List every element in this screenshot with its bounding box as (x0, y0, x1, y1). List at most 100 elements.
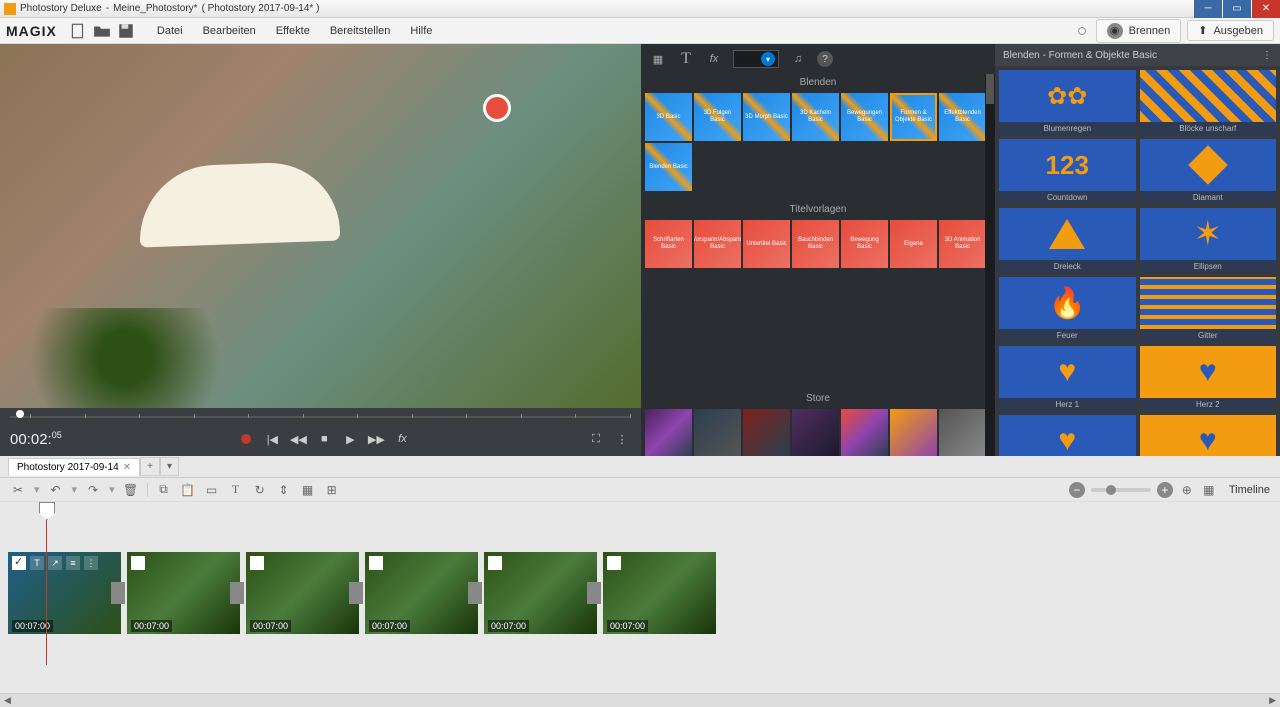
window-maximize-button[interactable]: ▭ (1223, 0, 1251, 18)
text-tool-icon[interactable]: T (677, 50, 695, 68)
store-item[interactable] (792, 409, 839, 456)
transition-handle[interactable] (587, 582, 601, 604)
timeline-clip[interactable]: 00:07:00 (365, 552, 478, 634)
timeline-clip[interactable]: 00:07:00 (246, 552, 359, 634)
fit-icon[interactable]: ⊕ (1179, 482, 1195, 498)
blend-bewegungen[interactable]: Bewegungen Basic (841, 93, 888, 141)
blend-3d-kacheln[interactable]: 3D Kacheln Basic (792, 93, 839, 141)
transition-handle[interactable] (349, 582, 363, 604)
music-icon[interactable]: ♫ (789, 50, 807, 68)
titel-bauchbinden[interactable]: Bauchbinden Basic (792, 220, 839, 268)
transition-handle[interactable] (111, 582, 125, 604)
save-icon[interactable] (117, 22, 135, 40)
blend-3d-basic[interactable]: 3D Basic (645, 93, 692, 141)
side-effect-item[interactable]: Blöcke unscharf (1140, 70, 1277, 135)
preview-menu-icon[interactable]: ⋮ (613, 430, 631, 448)
clip-checkbox[interactable] (250, 556, 264, 570)
clip-checkbox[interactable] (131, 556, 145, 570)
cut-tool-icon[interactable]: ✂ (10, 482, 26, 498)
tool-icon[interactable]: ▦ (300, 482, 316, 498)
side-effect-item[interactable]: ♥ (999, 415, 1136, 456)
transition-handle[interactable] (230, 582, 244, 604)
timeline-clip[interactable]: 00:07:00 (484, 552, 597, 634)
side-effect-item[interactable]: 🔥Feuer (999, 277, 1136, 342)
side-effect-item[interactable]: ✿✿Blumenregen (999, 70, 1136, 135)
titel-schriftarten[interactable]: Schriftarten Basic (645, 220, 692, 268)
tab-dropdown-icon[interactable]: ▾ (160, 457, 179, 476)
store-item[interactable] (743, 409, 790, 456)
blend-3d-folgen[interactable]: 3D Folgen Basic (694, 93, 741, 141)
zoom-out-icon[interactable]: − (1069, 482, 1085, 498)
scroll-right-icon[interactable]: ▶ (1269, 695, 1276, 706)
record-button[interactable] (237, 430, 255, 448)
store-item[interactable] (841, 409, 888, 456)
zoom-slider[interactable] (1091, 488, 1151, 492)
timeline-scrollbar[interactable]: ◀ ▶ (0, 693, 1280, 707)
blend-3d-morph[interactable]: 3D Morph Basic (743, 93, 790, 141)
titel-vorspann[interactable]: Vorspann/Abspann Basic (694, 220, 741, 268)
rotate-icon[interactable]: ↻ (252, 482, 268, 498)
side-effect-item[interactable]: ♥Herz 2 (1140, 346, 1277, 411)
side-effect-item[interactable]: ♥ (1140, 415, 1277, 456)
copy-icon[interactable]: ⧉ (156, 482, 172, 498)
window-close-button[interactable]: ✕ (1252, 0, 1280, 18)
blend-blenden-basic[interactable]: Blenden Basic (645, 143, 692, 191)
clip-menu-icon[interactable]: ⋮ (84, 556, 98, 570)
tool-icon[interactable]: ⊞ (324, 482, 340, 498)
clip-text-icon[interactable]: T (30, 556, 44, 570)
export-button[interactable]: ⬆ Ausgeben (1187, 20, 1274, 41)
delete-icon[interactable]: 🗑 (123, 482, 139, 498)
fx-button[interactable]: fx (393, 430, 411, 448)
grid-view-icon[interactable]: ▦ (649, 50, 667, 68)
tab-close-icon[interactable]: ✕ (123, 462, 131, 473)
blend-effektblenden[interactable]: Effektblenden Basic (939, 93, 986, 141)
titel-3d-animation[interactable]: 3D Animation Basic (939, 220, 986, 268)
clip-checkbox[interactable] (607, 556, 621, 570)
store-item[interactable] (939, 409, 986, 456)
menu-bereitstellen[interactable]: Bereitstellen (320, 25, 401, 37)
scroll-left-icon[interactable]: ◀ (4, 695, 11, 706)
titel-bewegung[interactable]: Bewegung Basic (841, 220, 888, 268)
stop-button[interactable]: ■ (315, 430, 333, 448)
clip-tool-icon[interactable]: ≡ (66, 556, 80, 570)
timeline-mode-label[interactable]: Timeline (1229, 484, 1270, 496)
menu-datei[interactable]: Datei (147, 25, 193, 37)
transition-handle[interactable] (468, 582, 482, 604)
burn-button[interactable]: ◉ Brennen (1096, 19, 1182, 43)
side-effect-item[interactable]: Gitter (1140, 277, 1277, 342)
fullscreen-icon[interactable]: ⛶ (587, 430, 605, 448)
clip-checkbox[interactable] (488, 556, 502, 570)
title-icon[interactable]: ▭ (204, 482, 220, 498)
project-tab[interactable]: Photostory 2017-09-14 ✕ (8, 458, 140, 476)
titel-eigene[interactable]: Eigene (890, 220, 937, 268)
window-minimize-button[interactable]: ─ (1194, 0, 1222, 18)
tool-icon[interactable]: ⇕ (276, 482, 292, 498)
text-icon[interactable]: T (228, 482, 244, 498)
help-icon[interactable]: ? (817, 51, 833, 67)
fx-scrollbar[interactable] (985, 74, 995, 456)
forward-button[interactable]: ▶▶ (367, 430, 385, 448)
store-item[interactable] (645, 409, 692, 456)
progress-bar[interactable] (0, 408, 641, 422)
prev-button[interactable]: |◀ (263, 430, 281, 448)
open-folder-icon[interactable] (93, 22, 111, 40)
store-item[interactable] (694, 409, 741, 456)
clip-checkbox[interactable] (369, 556, 383, 570)
side-effect-item[interactable]: ♥Herz 1 (999, 346, 1136, 411)
undo-icon[interactable]: ↶ (48, 482, 64, 498)
titel-untertitel[interactable]: Untertitel Basic (743, 220, 790, 268)
tab-add-button[interactable]: + (140, 457, 160, 476)
clip-checkbox[interactable] (12, 556, 26, 570)
side-panel-menu-icon[interactable]: ⋮ (1262, 50, 1272, 61)
clip-fx-icon[interactable]: ↗ (48, 556, 62, 570)
timeline-clip[interactable]: 00:07:00 (127, 552, 240, 634)
paste-icon[interactable]: 📋 (180, 482, 196, 498)
new-file-icon[interactable] (69, 22, 87, 40)
blend-formen-objekte[interactable]: Formen & Objekte Basic (890, 93, 937, 141)
timeline-clip[interactable]: T↗≡⋮00:07:00 (8, 552, 121, 634)
side-effect-item[interactable]: Dreieck (999, 208, 1136, 273)
category-dropdown[interactable]: ▾ (733, 50, 779, 68)
menu-bearbeiten[interactable]: Bearbeiten (193, 25, 266, 37)
playhead-dot[interactable] (16, 410, 24, 418)
side-effect-item[interactable]: Diamant (1140, 139, 1277, 204)
